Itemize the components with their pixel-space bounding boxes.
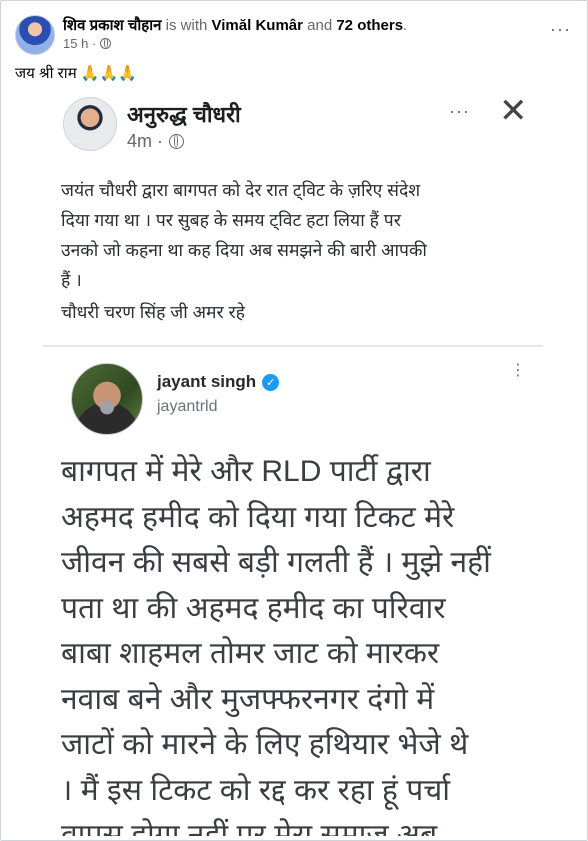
post-caption: जय श्री राम 🙏🙏🙏	[15, 65, 137, 82]
and-text: and	[307, 17, 333, 34]
tweet-line: वापस होगा नहीं पर मेरा समाज अब	[61, 819, 438, 836]
tagged-name[interactable]: Vimăl Kumâr	[212, 17, 303, 34]
inner-signoff: चौधरी चरण सिंह जी अमर रहे	[61, 302, 245, 322]
globe-icon	[100, 38, 112, 49]
post-card: शिव प्रकाश चौहान is with Vimăl Kumâr and…	[0, 0, 588, 841]
post-time[interactable]: 15 h ·	[63, 36, 96, 51]
tweet-line: अहमद हमीद को दिया गया टिकट मेरे	[61, 500, 455, 534]
author-avatar[interactable]	[15, 15, 55, 55]
tweet-avatar	[71, 363, 143, 435]
tweet-text: बागपत में मेरे और RLD पार्टी द्वारा अहमद…	[61, 449, 571, 836]
tweet-line: । मैं इस टिकट को रद्द कर रहा हूं पर्चा	[61, 773, 451, 807]
inner-author-avatar	[63, 97, 117, 151]
others-link[interactable]: 72 others	[336, 17, 403, 34]
inner-line: दिया गया था । पर सुबह के समय ट्विट हटा ल…	[61, 210, 401, 230]
inner-more-icon: ···	[449, 101, 470, 121]
tweet-line: नवाब बने और मुजफ्फरनगर दंगो में	[61, 682, 435, 716]
post-header: शिव प्रकाश चौहान is with Vimăl Kumâr and…	[15, 13, 575, 59]
tweet-line: पता था की अहमद हमीद का परिवार	[61, 591, 446, 625]
divider	[43, 345, 543, 347]
inner-line: उनको जो कहना था कह दिया अब समझने की बारी…	[61, 240, 427, 260]
tweet-author-name: jayant singh	[157, 372, 257, 391]
period-text: .	[403, 17, 408, 34]
inner-line: जयंत चौधरी द्वारा बागपत को देर रात ट्विट…	[61, 180, 421, 200]
with-text: is with	[165, 17, 208, 34]
tweet-line: जीवन की सबसे बड़ी गलती हैं । मुझे नहीं	[61, 546, 491, 579]
inner-post-meta: 4m ·	[127, 131, 184, 152]
post-meta: 15 h ·	[63, 36, 112, 51]
inner-post-body: जयंत चौधरी द्वारा बागपत को देर रात ट्विट…	[61, 175, 541, 327]
inner-globe-icon	[169, 134, 184, 149]
tweet-author: jayant singh ✓	[157, 372, 280, 392]
tweet-line: जाटों को मारने के लिए हथियार भेजे थे	[61, 728, 469, 761]
tweet-more-icon: ⋮	[510, 363, 526, 379]
tweet-line: बाबा शाहमल तोमर जाट को मारकर	[61, 637, 440, 670]
author-line: शिव प्रकाश चौहान is with Vimăl Kumâr and…	[63, 15, 407, 35]
inner-post-time: 4m ·	[127, 131, 163, 151]
verified-badge-icon: ✓	[262, 373, 280, 391]
more-options-icon[interactable]: ···	[550, 19, 571, 40]
close-icon: ✕	[499, 92, 528, 130]
inner-author-name: अनुरुद्ध चौधरी	[127, 102, 241, 127]
inner-line: हैं ।	[61, 270, 82, 290]
shared-screenshot[interactable]: अनुरुद्ध चौधरी 4m · ··· ✕ जयंत चौधरी द्व…	[13, 91, 576, 836]
author-name[interactable]: शिव प्रकाश चौहान	[63, 17, 162, 34]
tweet-handle: jayantrld	[157, 398, 218, 415]
tweet-line: बागपत में मेरे और RLD पार्टी द्वारा	[61, 455, 431, 488]
